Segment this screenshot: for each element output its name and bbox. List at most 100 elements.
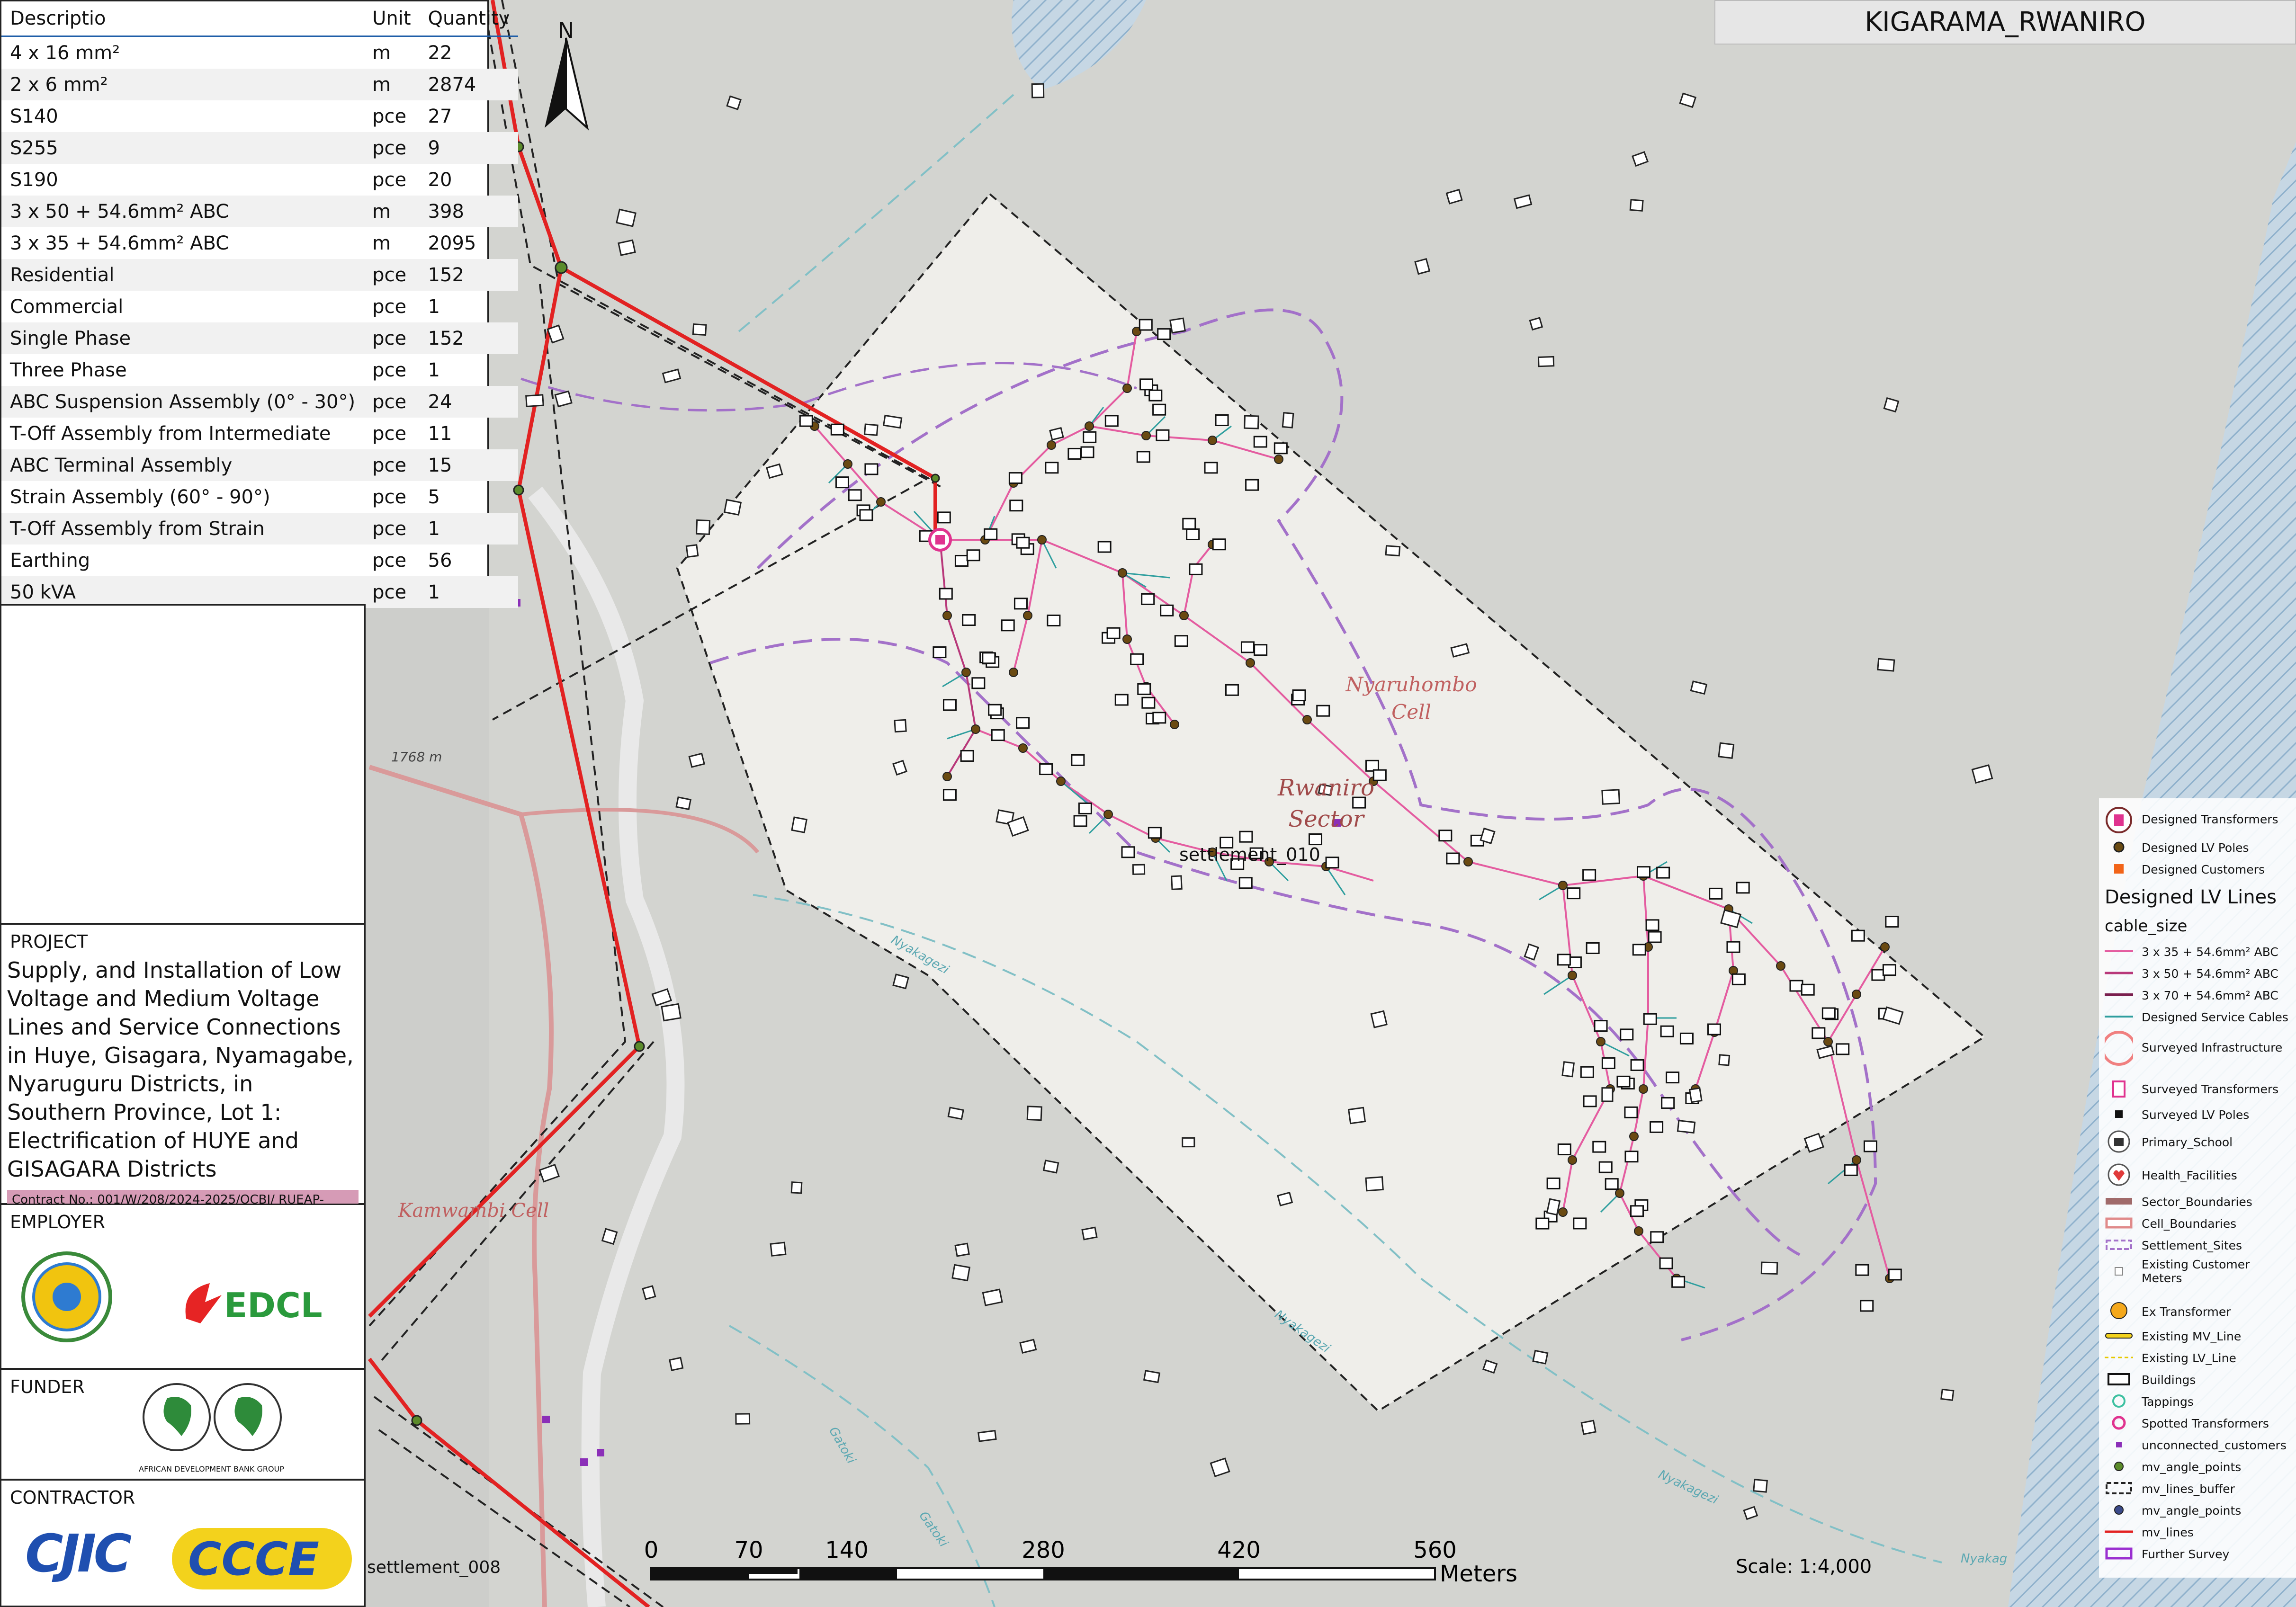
lv-pole: [942, 611, 952, 620]
bom-cell-quantity: 1: [419, 576, 519, 608]
building: [1104, 415, 1119, 427]
bom-row: Strain Assembly (60° - 90°) pce 5: [1, 481, 518, 513]
map-title: KIGARAMA_RWANIRO: [1714, 0, 2296, 45]
building: [1877, 658, 1895, 672]
lv-pole: [1179, 611, 1189, 620]
mv-angle-point-icon-2: [2114, 1505, 2124, 1515]
legend-item: Designed Customers: [2142, 863, 2265, 876]
svg-text:280: 280: [1022, 1537, 1065, 1563]
bom-cell-unit: m: [364, 69, 420, 100]
building: [1141, 696, 1156, 709]
building: [1016, 536, 1030, 549]
project-panel: PROJECT Supply, and Installation of Low …: [0, 923, 366, 1224]
bom-row: 3 x 35 + 54.6mm² ABC m 2095: [1, 227, 518, 259]
further-survey-icon: [2105, 1547, 2133, 1560]
building: [1365, 1176, 1384, 1192]
building: [1274, 442, 1288, 455]
bom-row: Single Phase pce 152: [1, 322, 519, 354]
building: [1666, 1071, 1680, 1084]
legend-item: Designed Service Cables: [2142, 1010, 2288, 1024]
bom-cell-description: Earthing: [10, 549, 90, 571]
lv-pole: [1558, 1207, 1568, 1217]
bom-cell-unit: pce: [372, 295, 407, 318]
elevation-label: 1768 m: [391, 749, 442, 765]
legend-item: mv_lines: [2142, 1526, 2194, 1539]
ex-transformer-icon: [2110, 1302, 2127, 1319]
bom-cell-quantity: 56: [428, 549, 452, 571]
lv-pole: [1122, 634, 1132, 644]
bom-cell-quantity: 5: [428, 486, 440, 508]
building: [1132, 864, 1146, 875]
svg-text:140: 140: [825, 1537, 869, 1563]
lv-pole: [1085, 421, 1094, 431]
building: [1801, 983, 1815, 996]
building: [1245, 479, 1259, 491]
bom-cell-quantity: 22: [428, 42, 452, 64]
building: [947, 1107, 964, 1120]
building: [616, 208, 637, 227]
building: [1136, 451, 1150, 463]
sector-label-rwaniro: Rwaniro: [1277, 775, 1374, 801]
bom-cell-quantity: 1: [419, 513, 519, 545]
bom-cell-unit: pce: [364, 386, 420, 418]
afdb-name: AFRICAN DEVELOPMENT BANK GROUP: [139, 1464, 284, 1473]
legend-item: Further Survey: [2142, 1547, 2230, 1561]
bom-cell-unit: m: [372, 42, 391, 64]
sector-boundary-icon: [2106, 1198, 2132, 1205]
lv-pole: [1023, 611, 1032, 620]
scale-ratio: Scale: 1:4,000: [1736, 1556, 1872, 1578]
building: [951, 1264, 971, 1282]
building: [696, 519, 711, 535]
building: [863, 423, 879, 436]
bom-cell-unit: pce: [372, 169, 407, 191]
bom-cell-description: Commercial: [10, 295, 124, 318]
lv-pole: [1047, 440, 1056, 450]
building: [1546, 1198, 1561, 1216]
building: [1121, 846, 1135, 858]
building: [1709, 887, 1723, 900]
bom-cell-quantity: 24: [419, 386, 519, 418]
building: [1573, 1217, 1587, 1230]
building: [954, 554, 969, 567]
legend-item: Cell_Boundaries: [2142, 1217, 2237, 1231]
building: [1731, 973, 1746, 985]
legend-item: Primary_School: [2142, 1135, 2233, 1149]
health-facility-icon: [2108, 1163, 2130, 1186]
school-icon: [2108, 1130, 2130, 1153]
bom-cell-description: Single Phase: [1, 322, 364, 354]
building: [1325, 857, 1339, 869]
building: [799, 415, 813, 427]
cell-label-nyaruhombo: Nyaruhombo: [1345, 673, 1477, 696]
bom-cell-quantity: 2095: [428, 232, 476, 254]
bom-header-quantity: Quantity: [419, 1, 519, 37]
legend-item: Designed LV Lines: [2105, 886, 2277, 908]
building: [1083, 431, 1097, 443]
bom-row: 3 x 50 + 54.6mm² ABC m 398: [1, 196, 519, 227]
building: [1019, 1339, 1037, 1354]
lv-pole: [1009, 668, 1018, 677]
building: [1821, 1007, 1836, 1019]
building: [1561, 1061, 1575, 1078]
building: [892, 973, 909, 990]
building: [1650, 1121, 1664, 1133]
building: [554, 390, 573, 408]
lv-pole: [1274, 455, 1283, 464]
building: [1130, 653, 1144, 665]
cell-boundary-icon: [2105, 1217, 2133, 1229]
building: [1160, 604, 1174, 616]
building: [1940, 1388, 1955, 1401]
building: [1557, 1143, 1571, 1156]
legend-item: Existing LV_Line: [2142, 1351, 2236, 1365]
building: [1592, 1141, 1606, 1153]
building: [1139, 319, 1153, 331]
bom-cell-description: S255: [1, 132, 364, 164]
lv-pole: [1880, 942, 1890, 952]
bom-cell-quantity: 9: [419, 132, 519, 164]
bom-row: Commercial pce 1: [1, 291, 518, 322]
legend-item: mv_lines_buffer: [2142, 1482, 2235, 1496]
building: [1601, 1057, 1615, 1069]
building: [1632, 944, 1646, 956]
funder-panel: FUNDER AFRICAN DEVELOPMENT BANK GROUP: [0, 1368, 366, 1480]
bom-cell-description: 4 x 16 mm²: [10, 42, 120, 64]
building: [1529, 317, 1543, 331]
